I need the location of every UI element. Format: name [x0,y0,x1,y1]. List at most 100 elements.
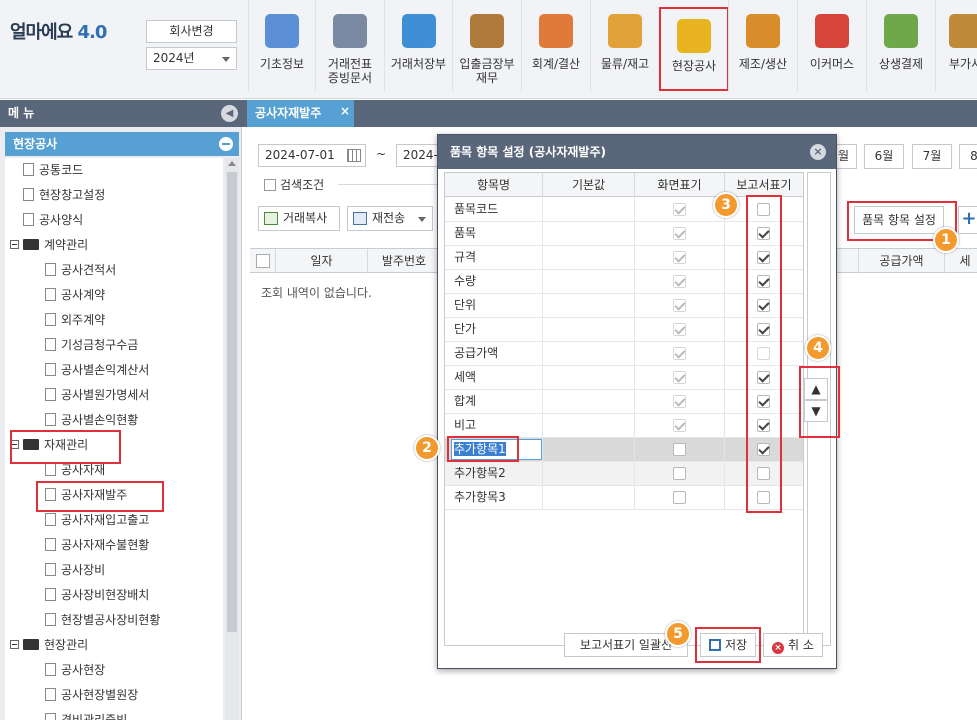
copy-transaction-button[interactable]: 거래복사 [258,206,340,231]
item-name-cell[interactable]: 단위 [445,294,543,317]
default-value-cell[interactable] [543,198,635,221]
collapse-icon[interactable] [219,137,233,151]
module-button-5[interactable]: 물류/재고 [590,0,659,92]
default-value-cell[interactable] [543,390,635,413]
company-change-button[interactable]: 회사변경 [146,20,237,43]
item-name-cell[interactable]: 수량 [445,270,543,293]
screen-display-checkbox[interactable] [672,467,686,480]
collapse-icon[interactable] [10,240,19,249]
sidebar-folder[interactable]: 현장관리 [10,633,88,658]
item-name-cell[interactable]: 단가 [445,318,543,341]
item-name-cell[interactable]: 품목 [445,222,543,245]
module-button-0[interactable]: 기초정보 [248,0,315,92]
month-button-8[interactable]: 8 [959,144,977,169]
select-all-checkbox[interactable] [255,254,270,268]
default-value-cell[interactable] [543,294,635,317]
sidebar-section-header[interactable]: 현장공사 [5,132,239,156]
default-value-cell[interactable] [543,318,635,341]
default-value-cell[interactable] [543,270,635,293]
year-select[interactable]: 2024년 [146,47,237,70]
default-value-cell[interactable] [543,222,635,245]
sidebar-item[interactable]: 공사현장별원장 [45,683,138,708]
column-date[interactable]: 일자 [276,249,368,273]
module-button-10[interactable]: 부가서 [935,0,977,92]
scroll-up-icon[interactable] [228,161,236,166]
module-icon [401,14,436,48]
module-button-6[interactable]: 현장공사 [659,7,729,91]
sidebar-item[interactable]: 공사양식 [23,208,83,233]
module-button-4[interactable]: 회계/결산 [521,0,590,92]
column-tax[interactable]: 세 [945,249,977,273]
sidebar-item-label: 공사현장 [61,663,106,677]
tab-construction-material-order[interactable]: 공사자재발주 × [247,100,354,127]
collapse-menu-icon[interactable]: ◀ [221,105,238,122]
sidebar-item[interactable]: 공사계약 [45,283,105,308]
header-report-display: 보고서표기 [725,173,803,197]
sidebar-item[interactable]: 공사장비 [45,558,105,583]
document-icon [45,463,56,476]
default-value-cell[interactable] [543,342,635,365]
sidebar-item[interactable]: 기성금청구수금 [45,333,138,358]
sidebar-item[interactable]: 공사견적서 [45,258,116,283]
month-button-6[interactable]: 6월 [864,144,904,169]
screen-display-cell [635,198,725,221]
sidebar-item[interactable]: 경비관리증빙 [45,708,127,720]
sidebar-item[interactable]: 외주계약 [45,308,105,333]
close-icon[interactable]: × [810,144,826,160]
default-value-cell[interactable] [543,246,635,269]
screen-display-checkbox[interactable] [672,491,686,504]
default-value-cell[interactable] [543,486,635,509]
item-name-cell[interactable]: 품목코드 [445,198,543,221]
close-icon[interactable]: × [340,98,350,125]
screen-display-checkbox[interactable] [672,443,686,456]
column-order-no[interactable]: 발주번호 [368,249,440,273]
sidebar-item[interactable]: 공사별원가명세서 [45,383,149,408]
sidebar-item[interactable]: 현장창고설정 [23,183,105,208]
module-button-3[interactable]: 입출금장부 재무 [452,0,521,92]
module-button-1[interactable]: 거래전표 증빙문서 [315,0,384,92]
step-badge-4: 4 [805,335,831,361]
search-condition-checkbox[interactable] [264,179,276,191]
column-supply-amount[interactable]: 공급가액 [858,249,945,273]
select-all-cell[interactable] [250,249,276,273]
sidebar-item[interactable]: 공사자재수불현황 [45,533,149,558]
item-name-cell[interactable]: 공급가액 [445,342,543,365]
item-name-cell[interactable]: 세액 [445,366,543,389]
scroll-thumb[interactable] [227,172,237,632]
resend-button[interactable]: 재전송 [347,206,433,231]
cancel-button[interactable]: × 취 소 [763,633,823,657]
date-from-input[interactable]: 2024-07-01 [258,144,366,167]
item-name-cell[interactable]: 합계 [445,390,543,413]
sidebar-item[interactable]: 현장별공사장비현황 [45,608,160,633]
chevron-down-icon [222,57,230,62]
module-label: 물류/재고 [600,57,650,71]
item-name-cell[interactable]: 규격 [445,246,543,269]
header-item-name: 항목명 [445,173,543,197]
logo-version: 4.0 [77,22,108,43]
sidebar-item[interactable]: 공사장비현장배치 [45,583,149,608]
sidebar-item-label: 공사자재 [61,463,106,477]
item-name-cell[interactable]: 추가항목2 [445,462,543,485]
item-name-cell[interactable]: 비고 [445,414,543,437]
sidebar-scrollbar[interactable] [225,158,239,720]
sidebar-item[interactable]: 공통코드 [23,158,83,183]
folder-icon [23,239,39,250]
sidebar-item[interactable]: 공사현장 [45,658,105,683]
module-button-7[interactable]: 제조/생산 [728,0,797,92]
search-condition-toggle[interactable]: 검색조건 [264,176,324,193]
calendar-icon[interactable] [347,149,361,162]
module-button-9[interactable]: 상생결제 [866,0,935,92]
default-value-cell[interactable] [543,414,635,437]
add-button[interactable]: + [958,206,977,234]
collapse-icon[interactable] [10,640,19,649]
sidebar-folder[interactable]: 계약관리 [10,233,88,258]
module-button-8[interactable]: 이커머스 [797,0,866,92]
default-value-cell[interactable] [543,366,635,389]
sidebar-item[interactable]: 공사별손익계산서 [45,358,149,383]
screen-display-checkbox [672,227,686,240]
month-button-7[interactable]: 7월 [912,144,952,169]
default-value-cell[interactable] [543,462,635,485]
item-name-cell[interactable]: 추가항목3 [445,486,543,509]
module-button-2[interactable]: 거래처장부 [384,0,452,92]
default-value-cell[interactable] [543,438,635,461]
